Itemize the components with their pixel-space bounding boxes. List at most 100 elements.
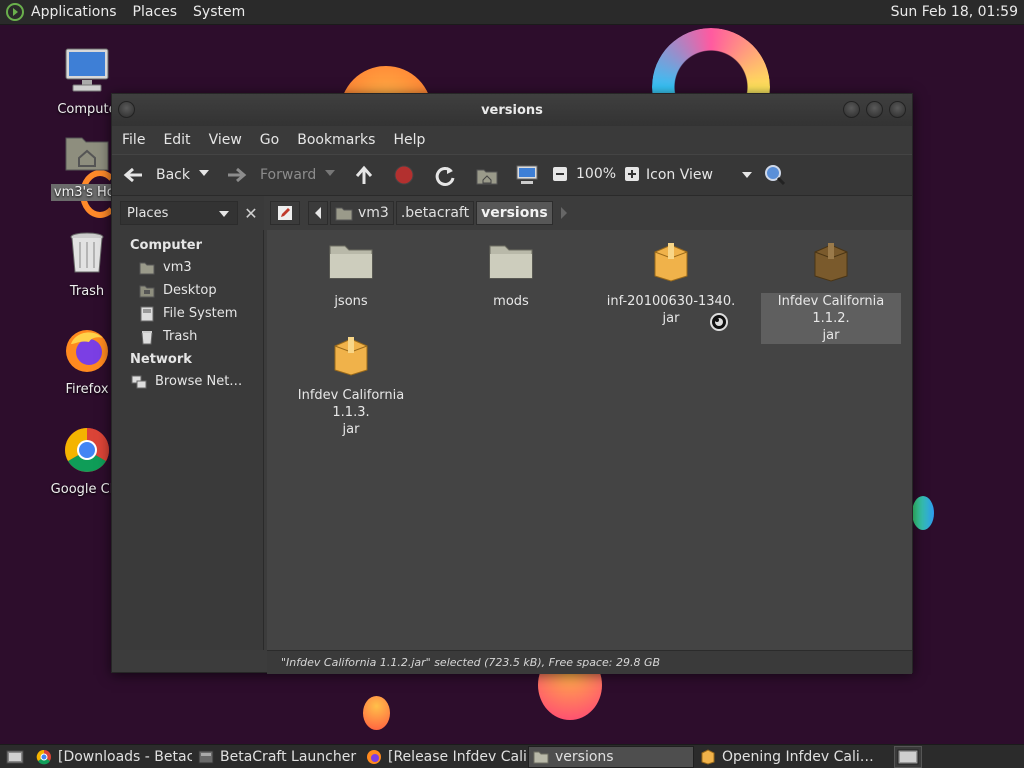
chrome-icon [36,749,51,764]
menu-edit[interactable]: Edit [163,132,190,148]
up-button[interactable] [354,164,374,186]
sidebar-type-select[interactable]: Places [120,201,238,225]
forward-history-dropdown[interactable] [324,167,336,179]
sidebar-item-vm3[interactable]: vm3 [139,256,263,279]
package-icon [701,748,715,765]
toggle-location-entry-button[interactable] [270,201,300,225]
network-icon [131,375,147,388]
file-name: mods [493,294,529,309]
search-button[interactable] [764,164,786,186]
sidebar-heading-network: Network [130,351,192,367]
taskbar-item-label: [Release Infdev Cali… [388,748,526,765]
file-item-selected[interactable]: Infdev California 1.1.2. jar [761,240,901,344]
clock[interactable]: Sun Feb 18, 01:59 [891,4,1018,20]
chrome-icon [65,428,109,472]
taskbar-item-label: versions [555,748,614,765]
taskbar-item-release-infdev[interactable]: [Release Infdev Cali… [362,746,526,768]
file-name: Infdev California 1.1.3. jar [297,388,405,437]
taskbar-item-betacraft[interactable]: BetaCraft Launcher … [194,746,360,768]
menubar: File Edit View Go Bookmarks Help [112,126,912,154]
taskbar-item-downloads[interactable]: [Downloads - Betac… [32,746,192,768]
chevron-down-icon [199,170,209,176]
applications-menu[interactable]: Applications [28,4,120,20]
breadcrumb-label: vm3 [358,205,389,221]
menu-help[interactable]: Help [393,132,425,148]
firefox-icon [66,330,108,372]
breadcrumb-label: .betacraft [400,205,470,221]
package-icon [654,243,688,282]
chevron-left-icon [315,207,321,219]
menu-go[interactable]: Go [260,132,279,148]
view-mode-select[interactable]: Icon View [646,167,753,183]
sidebar-item-label: vm3 [163,260,192,275]
breadcrumb-betacraft[interactable]: .betacraft [395,201,475,225]
sidebar-item-browse-network[interactable]: Browse Net… [131,370,263,393]
show-desktop-icon [6,750,24,763]
sidebar-item-file-system[interactable]: File System [139,302,263,325]
system-menu[interactable]: System [190,4,248,20]
app-icon [198,750,214,763]
home-folder-icon [65,137,109,171]
breadcrumb-scroll-left[interactable] [308,201,328,225]
zoom-in-icon[interactable] [624,166,640,182]
computer-button[interactable] [516,164,538,186]
busy-cursor-icon [710,313,728,331]
minimize-button[interactable] [843,101,860,118]
home-folder-icon [476,169,498,185]
file-item[interactable]: jsons [281,240,421,310]
places-sidebar: Computer vm3 Desktop File System Trash N… [112,230,264,650]
stop-icon [394,165,414,185]
window-titlebar[interactable]: versions [112,94,912,126]
desktop-icon [139,285,155,297]
file-icon-view[interactable]: jsons mods inf-20100630-1340. jar Infdev… [267,230,912,650]
taskbar-item-versions[interactable]: versions [528,745,694,768]
drive-icon [140,306,154,321]
edit-pencil-icon [278,206,292,220]
file-item[interactable]: Infdev California 1.1.3. jar [281,334,421,438]
close-button[interactable] [889,101,906,118]
workspace-icon [897,749,919,765]
sidebar-close-button[interactable]: ✕ [238,201,264,225]
chevron-right-icon [560,207,567,219]
reload-icon [435,166,455,186]
home-button[interactable] [476,166,498,186]
taskbar-item-label: [Downloads - Betac… [58,748,192,765]
taskbar-item-label: Opening Infdev Cali… [722,748,874,765]
trash-icon [141,330,153,344]
maximize-button[interactable] [866,101,883,118]
window-menu-button[interactable] [118,101,135,118]
taskbar-item-opening-infdev[interactable]: Opening Infdev Cali… [696,746,876,768]
breadcrumb-label: versions [481,205,548,221]
menu-file[interactable]: File [122,132,145,148]
breadcrumb-versions[interactable]: versions [476,201,553,225]
chevron-down-icon [741,172,752,178]
menu-bookmarks[interactable]: Bookmarks [297,132,375,148]
menu-view[interactable]: View [209,132,242,148]
sidebar-item-desktop[interactable]: Desktop [139,279,263,302]
forward-label: Forward [260,167,317,183]
workspace-switcher[interactable] [894,746,922,768]
forward-arrow-icon [228,167,247,183]
file-name: Infdev California 1.1.2. jar [761,293,901,344]
breadcrumb-vm3[interactable]: vm3 [330,201,394,225]
sidebar-item-label: Desktop [163,283,217,298]
reload-button[interactable] [434,165,456,187]
home-icon [139,262,155,274]
folder-icon [489,245,533,279]
zoom-out-icon[interactable] [552,166,568,182]
file-item[interactable]: mods [441,240,581,310]
back-button[interactable]: Back [122,166,190,184]
zoom-control[interactable]: 100% [552,166,640,182]
forward-button[interactable]: Forward [226,166,316,184]
close-icon: ✕ [244,203,258,223]
folder-icon [329,245,373,279]
sidebar-item-label: Trash [163,329,198,344]
taskbar: [Downloads - Betac… BetaCraft Launcher …… [0,744,1024,768]
package-icon [334,337,368,376]
show-desktop-button[interactable] [0,746,30,768]
stop-button[interactable] [394,165,414,185]
breadcrumb-scroll-right[interactable] [555,201,573,225]
sidebar-item-trash[interactable]: Trash [139,325,263,348]
places-menu[interactable]: Places [130,4,181,20]
back-history-dropdown[interactable] [198,167,210,179]
